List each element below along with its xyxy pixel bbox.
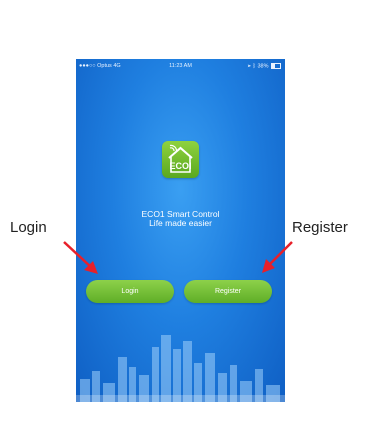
status-right: ➤ ᛒ 38% bbox=[248, 63, 281, 69]
city-skyline bbox=[76, 335, 285, 402]
login-button[interactable]: Login bbox=[86, 280, 174, 303]
login-annotation-label: Login bbox=[10, 219, 47, 236]
battery-percent: 38% bbox=[257, 63, 269, 70]
location-icon: ➤ bbox=[247, 63, 252, 70]
app-subtitle: Life made easier bbox=[149, 218, 212, 228]
battery-icon bbox=[271, 63, 281, 69]
logo-text: ECOI bbox=[169, 161, 191, 171]
app-logo: ECOI bbox=[162, 141, 199, 178]
status-bar: ●●●○○ Optus 4G 11:23 AM ➤ ᛒ 38% bbox=[76, 59, 285, 73]
register-button[interactable]: Register bbox=[184, 280, 272, 303]
tagline: ECO1 Smart Control Life made easier bbox=[76, 210, 285, 228]
register-annotation-label: Register bbox=[292, 219, 348, 236]
bluetooth-icon: ᛒ bbox=[252, 63, 256, 70]
phone-screen: ●●●○○ Optus 4G 11:23 AM ➤ ᛒ 38% ECOI ECO… bbox=[76, 59, 285, 402]
house-wifi-logo-icon: ECOI bbox=[168, 144, 193, 173]
